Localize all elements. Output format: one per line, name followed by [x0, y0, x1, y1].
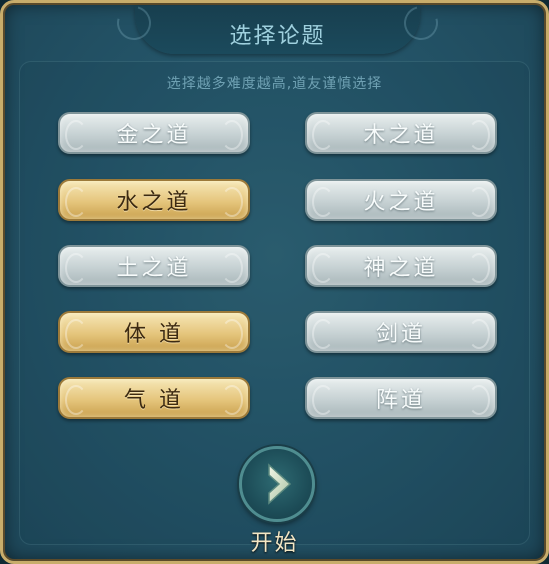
topic-label: 火之道: [363, 190, 439, 215]
topic-button-water[interactable]: 水之道: [58, 179, 250, 221]
topic-button-metal[interactable]: 金之道: [58, 112, 250, 154]
topic-selection-panel: 选择论题 选择越多难度越高,道友谨慎选择 金之道 木之道 水之道 火之道 土之道…: [0, 0, 549, 564]
start-label: 开始: [250, 531, 299, 556]
topic-label: 土之道: [116, 256, 192, 281]
title-plate: 选择论题: [135, 6, 420, 54]
cloud-ornament-icon: [468, 385, 490, 415]
cloud-ornament-icon: [65, 120, 87, 150]
topic-label: 体 道: [124, 322, 184, 347]
topic-label: 剑道: [375, 322, 426, 347]
topic-label: 水之道: [116, 190, 192, 215]
topic-button-fire[interactable]: 火之道: [305, 179, 497, 221]
topic-label: 阵道: [375, 388, 426, 413]
cloud-ornament-icon: [65, 253, 87, 283]
cloud-ornament-icon: [312, 319, 334, 349]
topic-label: 木之道: [363, 123, 439, 148]
topic-button-wood[interactable]: 木之道: [305, 112, 497, 154]
cloud-ornament-icon: [312, 253, 334, 283]
topic-button-body[interactable]: 体 道: [58, 311, 250, 353]
cloud-ornament-icon: [221, 319, 243, 349]
cloud-ornament-icon: [312, 187, 334, 217]
cloud-ornament-icon: [468, 253, 490, 283]
cloud-ornament-icon: [312, 385, 334, 415]
cloud-ornament-icon: [221, 253, 243, 283]
cloud-ornament-icon: [221, 120, 243, 150]
cloud-ornament-icon: [312, 120, 334, 150]
topic-button-earth[interactable]: 土之道: [58, 245, 250, 287]
topic-label: 气 道: [124, 388, 184, 413]
topic-button-sword[interactable]: 剑道: [305, 311, 497, 353]
cloud-ornament-icon: [468, 319, 490, 349]
cloud-ornament-icon: [221, 385, 243, 415]
cloud-ornament-icon: [65, 319, 87, 349]
topic-button-formation[interactable]: 阵道: [305, 377, 497, 419]
cloud-ornament-icon: [468, 187, 490, 217]
topic-button-qi[interactable]: 气 道: [58, 377, 250, 419]
panel-subtitle: 选择越多难度越高,道友谨慎选择: [166, 76, 383, 92]
cloud-ornament-icon: [65, 385, 87, 415]
cloud-ornament-icon: [65, 187, 87, 217]
play-arrow-icon: [268, 463, 292, 505]
cloud-ornament-icon: [468, 120, 490, 150]
start-button[interactable]: [239, 446, 315, 522]
panel-title: 选择论题: [229, 24, 326, 49]
topic-label: 神之道: [363, 256, 439, 281]
cloud-ornament-icon: [221, 187, 243, 217]
topic-label: 金之道: [116, 123, 192, 148]
topic-button-spirit[interactable]: 神之道: [305, 245, 497, 287]
